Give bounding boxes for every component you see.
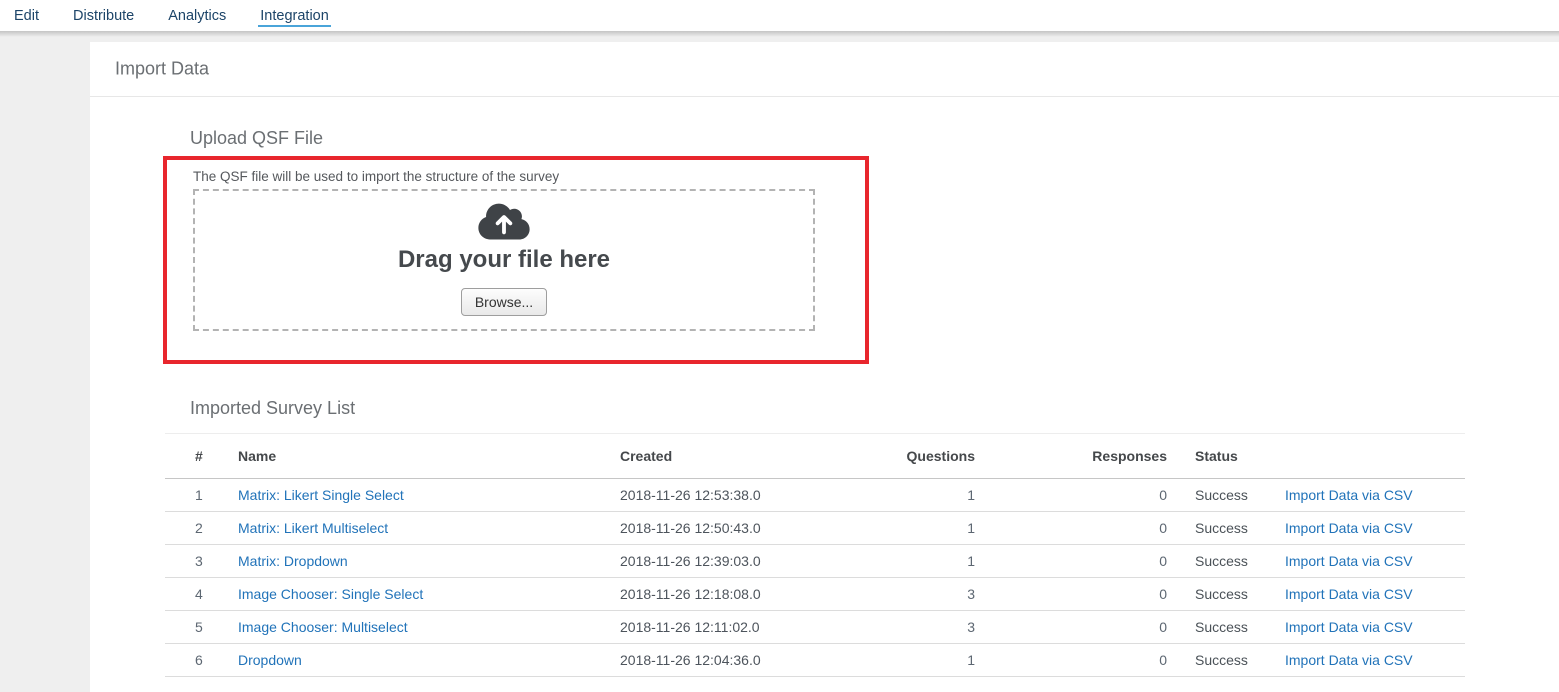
row-responses: 0: [975, 578, 1167, 611]
table-row: 4 Image Chooser: Single Select 2018-11-2…: [165, 578, 1465, 611]
row-responses: 0: [975, 611, 1167, 644]
tab-analytics[interactable]: Analytics: [166, 4, 228, 27]
row-responses: 0: [975, 479, 1167, 512]
row-questions: 1: [905, 479, 975, 512]
import-csv-link[interactable]: Import Data via CSV: [1285, 652, 1413, 668]
row-created: 2018-11-26 12:53:38.0: [620, 479, 905, 512]
import-csv-link[interactable]: Import Data via CSV: [1285, 553, 1413, 569]
nav-shadow-divider: [0, 31, 1559, 37]
import-csv-link[interactable]: Import Data via CSV: [1285, 619, 1413, 635]
survey-name-link[interactable]: Matrix: Dropdown: [238, 553, 348, 569]
row-created: 2018-11-26 12:11:02.0: [620, 611, 905, 644]
table-header-row: # Name Created Questions Responses Statu…: [165, 434, 1465, 479]
browse-button[interactable]: Browse...: [461, 288, 547, 316]
row-created: 2018-11-26 12:39:03.0: [620, 545, 905, 578]
row-status: Success: [1167, 479, 1277, 512]
row-status: Success: [1167, 578, 1277, 611]
row-status: Success: [1167, 545, 1277, 578]
column-header-questions: Questions: [905, 434, 975, 479]
row-index: 6: [165, 644, 238, 677]
table-row: 6 Dropdown 2018-11-26 12:04:36.0 1 0 Suc…: [165, 644, 1465, 677]
table-row: 1 Matrix: Likert Single Select 2018-11-2…: [165, 479, 1465, 512]
column-header-index: #: [165, 434, 238, 479]
file-dropzone[interactable]: Drag your file here Browse...: [193, 189, 815, 331]
row-index: 1: [165, 479, 238, 512]
tab-integration[interactable]: Integration: [258, 4, 331, 27]
row-index: 4: [165, 578, 238, 611]
tab-distribute[interactable]: Distribute: [71, 4, 136, 27]
row-index: 5: [165, 611, 238, 644]
dropzone-label: Drag your file here: [398, 246, 610, 274]
survey-list-section-title: Imported Survey List: [190, 398, 355, 419]
page-header: Import Data: [90, 42, 1559, 97]
row-created: 2018-11-26 12:04:36.0: [620, 644, 905, 677]
import-csv-link[interactable]: Import Data via CSV: [1285, 586, 1413, 602]
page-title: Import Data: [115, 59, 209, 80]
column-header-name: Name: [238, 434, 620, 479]
row-questions: 1: [905, 644, 975, 677]
row-responses: 0: [975, 644, 1167, 677]
cloud-upload-icon: [477, 201, 531, 242]
survey-name-link[interactable]: Dropdown: [238, 652, 302, 668]
upload-description: The QSF file will be used to import the …: [193, 169, 559, 184]
row-created: 2018-11-26 12:50:43.0: [620, 512, 905, 545]
row-status: Success: [1167, 512, 1277, 545]
survey-name-link[interactable]: Matrix: Likert Multiselect: [238, 520, 388, 536]
row-index: 3: [165, 545, 238, 578]
row-index: 2: [165, 512, 238, 545]
table-row: 2 Matrix: Likert Multiselect 2018-11-26 …: [165, 512, 1465, 545]
table-row: 3 Matrix: Dropdown 2018-11-26 12:39:03.0…: [165, 545, 1465, 578]
row-status: Success: [1167, 611, 1277, 644]
row-questions: 3: [905, 611, 975, 644]
survey-name-link[interactable]: Image Chooser: Multiselect: [238, 619, 408, 635]
row-questions: 1: [905, 545, 975, 578]
import-csv-link[interactable]: Import Data via CSV: [1285, 487, 1413, 503]
survey-name-link[interactable]: Image Chooser: Single Select: [238, 586, 423, 602]
row-status: Success: [1167, 644, 1277, 677]
tab-edit[interactable]: Edit: [12, 4, 41, 27]
column-header-created: Created: [620, 434, 905, 479]
upload-section-title: Upload QSF File: [190, 128, 323, 149]
survey-name-link[interactable]: Matrix: Likert Single Select: [238, 487, 404, 503]
row-created: 2018-11-26 12:18:08.0: [620, 578, 905, 611]
import-csv-link[interactable]: Import Data via CSV: [1285, 520, 1413, 536]
imported-survey-table: # Name Created Questions Responses Statu…: [165, 433, 1465, 677]
column-header-status: Status: [1167, 434, 1277, 479]
column-header-responses: Responses: [975, 434, 1167, 479]
column-header-action: [1277, 434, 1465, 479]
row-responses: 0: [975, 545, 1167, 578]
table-row: 5 Image Chooser: Multiselect 2018-11-26 …: [165, 611, 1465, 644]
row-questions: 3: [905, 578, 975, 611]
row-responses: 0: [975, 512, 1167, 545]
top-navigation: Edit Distribute Analytics Integration: [0, 0, 1559, 31]
row-questions: 1: [905, 512, 975, 545]
content-panel: Import Data Upload QSF File The QSF file…: [90, 42, 1559, 692]
